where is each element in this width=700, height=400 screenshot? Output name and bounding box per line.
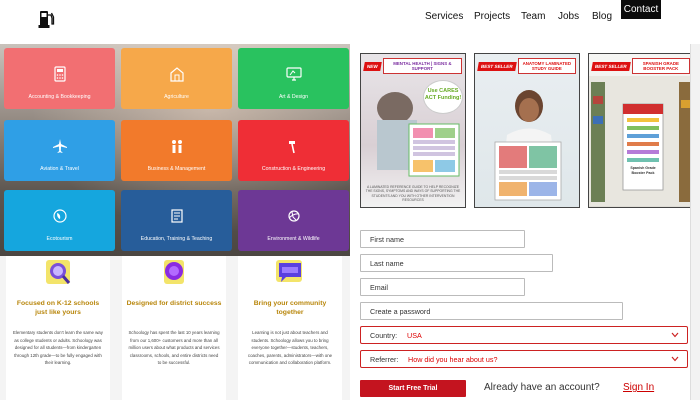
people-icon — [171, 140, 182, 153]
email-field[interactable]: Email — [360, 278, 525, 296]
magnifier-icon — [46, 260, 71, 284]
first-name-field[interactable]: First name — [360, 230, 525, 248]
hammer-icon — [288, 141, 295, 154]
nav-services[interactable]: Services — [425, 11, 463, 22]
sign-in-link[interactable]: Sign In — [623, 382, 654, 393]
product-title: MENTAL HEALTH | SIGNS & SUPPORT — [382, 58, 462, 74]
referrer-select[interactable]: Referrer: How did you hear about us? — [360, 350, 688, 368]
category-accounting[interactable]: Accounting & Bookkeeping — [4, 48, 115, 109]
feature-k12: Focused on K-12 schools just like yours … — [6, 256, 110, 400]
page-scrollbar[interactable] — [690, 44, 700, 400]
nav-jobs[interactable]: Jobs — [558, 11, 579, 22]
password-field[interactable]: Create a password — [360, 302, 623, 320]
category-label: Agriculture — [164, 94, 189, 100]
category-label: Ecotourism — [46, 236, 73, 242]
country-label: Country: — [370, 331, 398, 340]
feature-district: Designed for district success Schoology … — [122, 256, 226, 400]
category-environment[interactable]: Environment & Wildlife — [238, 190, 349, 251]
feature-title: Bring your community together — [253, 300, 327, 316]
category-label: Art & Design — [278, 94, 309, 100]
already-account-text: Already have an account? — [484, 382, 600, 393]
product-footer: A LAMINATED REFERENCE GUIDE TO HELP RECO… — [365, 184, 461, 203]
category-label: Education, Training & Teaching — [140, 236, 213, 242]
chevron-down-icon — [671, 356, 679, 362]
badge-label: NEW — [363, 61, 382, 71]
calculator-icon — [53, 66, 66, 82]
category-ecotourism[interactable]: Ecotourism — [4, 190, 115, 251]
planet-icon — [287, 210, 300, 222]
nav-projects[interactable]: Projects — [474, 11, 510, 22]
product-card-spanish[interactable]: BEST SELLER SPANISH GRADE BOOSTER PACK S… — [588, 53, 694, 208]
feature-title: Focused on K-12 schools just like yours — [16, 300, 100, 316]
target-icon — [164, 260, 184, 284]
product-note: Spanish Grade Booster Pack — [625, 166, 661, 176]
email-placeholder: Email — [370, 283, 388, 292]
category-construction[interactable]: Construction & Engineering — [238, 120, 349, 181]
category-business[interactable]: Business & Management — [121, 120, 232, 181]
country-select[interactable]: Country: USA — [360, 326, 688, 344]
product-note: Use CARES ACT Funding! — [423, 80, 463, 114]
category-education[interactable]: Education, Training & Teaching — [121, 190, 232, 251]
badge-label: BEST SELLER — [591, 61, 631, 71]
feature-title: Designed for district success — [126, 300, 222, 307]
product-badge: NEW MENTAL HEALTH | SIGNS & SUPPORT — [363, 57, 462, 75]
monitor-icon — [285, 67, 302, 81]
last-name-placeholder: Last name — [370, 259, 404, 268]
country-value: USA — [407, 331, 422, 340]
category-aviation[interactable]: Aviation & Travel — [4, 120, 115, 181]
category-label: Environment & Wildlife — [267, 236, 320, 242]
leaf-globe-icon — [52, 209, 67, 223]
airplane-icon — [52, 139, 67, 153]
nav-blog[interactable]: Blog — [592, 11, 612, 22]
category-art-design[interactable]: Art & Design — [238, 48, 349, 109]
contact-button[interactable]: Contact — [621, 0, 661, 19]
badge-label: BEST SELLER — [477, 61, 517, 71]
gas-pump-icon[interactable] — [38, 9, 56, 29]
category-label: Aviation & Travel — [40, 166, 79, 172]
category-grid: Accounting & Bookkeeping Agriculture Art… — [0, 44, 350, 256]
feature-community: Bring your community together Learning i… — [238, 256, 342, 400]
category-label: Business & Management — [147, 166, 206, 172]
nav-team[interactable]: Team — [521, 11, 545, 22]
chevron-down-icon — [671, 332, 679, 338]
feature-body: Schoology has spent the last 10 years le… — [128, 330, 220, 366]
password-placeholder: Create a password — [370, 307, 431, 316]
feature-body: Elementary students don't learn the same… — [13, 330, 103, 366]
product-title: ANATOMY LAMINATED STUDY GUIDE — [517, 58, 576, 74]
product-image — [589, 76, 693, 206]
book-icon — [170, 209, 183, 223]
feature-body: Learning is not just about teachers and … — [247, 330, 333, 366]
product-card-mental-health[interactable]: NEW MENTAL HEALTH | SIGNS & SUPPORT Use … — [360, 53, 466, 208]
category-agriculture[interactable]: Agriculture — [121, 48, 232, 109]
first-name-placeholder: First name — [370, 235, 404, 244]
chat-icon — [276, 260, 302, 282]
referrer-value: How did you hear about us? — [408, 355, 498, 364]
product-title: SPANISH GRADE BOOSTER PACK — [631, 58, 690, 74]
category-label: Accounting & Bookkeeping — [28, 94, 91, 100]
category-label: Construction & Engineering — [261, 166, 326, 172]
product-card-anatomy[interactable]: BEST SELLER ANATOMY LAMINATED STUDY GUID… — [474, 53, 580, 208]
product-badge: BEST SELLER SPANISH GRADE BOOSTER PACK — [591, 57, 690, 75]
product-image — [494, 90, 562, 201]
last-name-field[interactable]: Last name — [360, 254, 553, 272]
referrer-label: Referrer: — [370, 355, 399, 364]
barn-icon — [169, 67, 184, 82]
product-badge: BEST SELLER ANATOMY LAMINATED STUDY GUID… — [477, 57, 576, 75]
start-free-trial-button[interactable]: Start Free Trial — [360, 380, 466, 397]
